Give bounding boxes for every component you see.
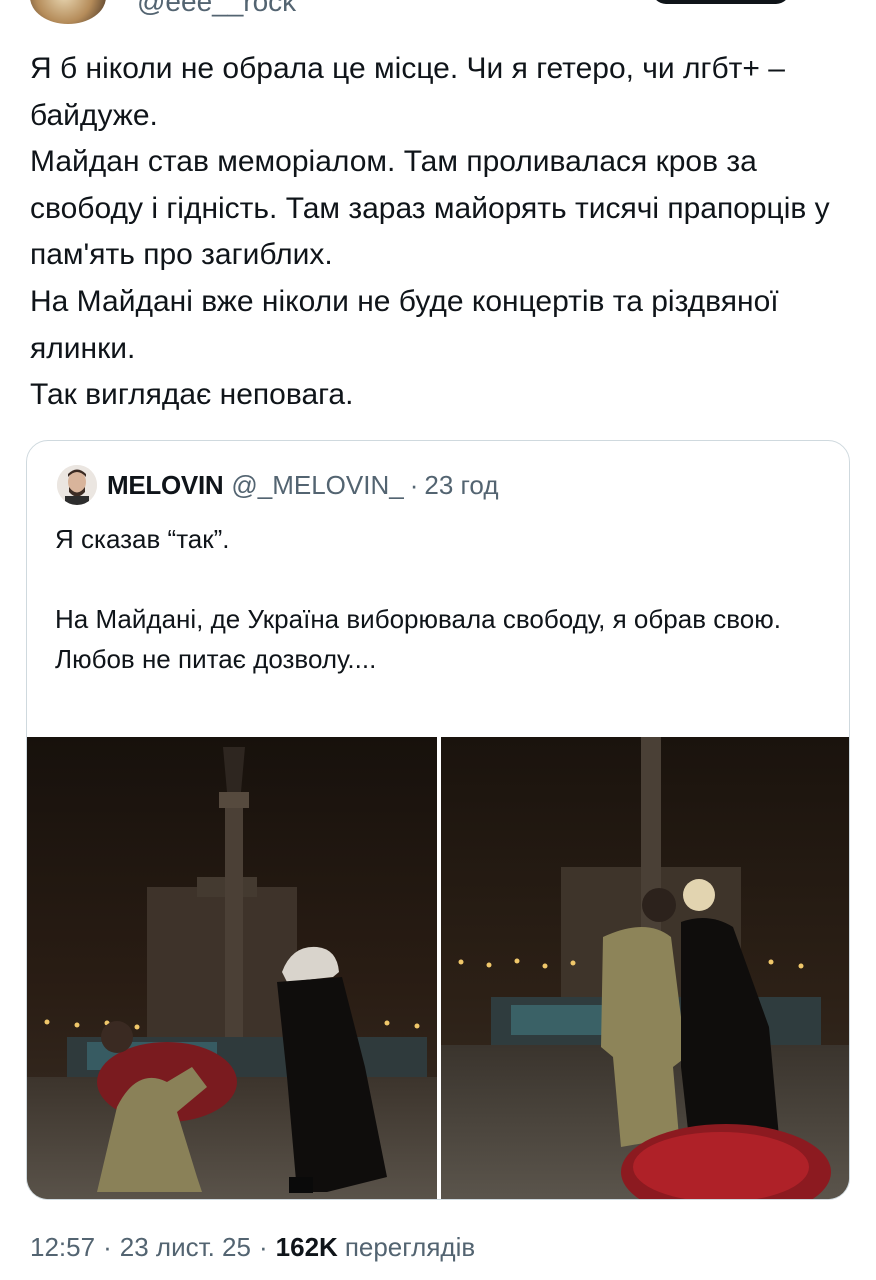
separator-dot: · bbox=[103, 1232, 112, 1262]
author-handle[interactable]: @eee__rock bbox=[137, 0, 296, 18]
quoted-tweet-media bbox=[27, 737, 849, 1199]
tweet-author-bar: @eee__rock bbox=[0, 0, 876, 24]
tweet-paragraph: Майдан став меморіалом. Там проливалася … bbox=[30, 145, 830, 272]
quoted-line: На Майдані, де Україна виборювала свобод… bbox=[55, 604, 781, 634]
tweet-date[interactable]: 23 лист. 25 bbox=[120, 1232, 251, 1263]
separator-dot: · bbox=[409, 469, 419, 500]
quoted-author-avatar[interactable] bbox=[57, 465, 97, 505]
tweet-text: Я б ніколи не обрала це місце. Чи я гете… bbox=[30, 46, 850, 419]
tweet-meta: 12:57 · 23 лист. 25 · 162K переглядів bbox=[30, 1232, 475, 1263]
follow-button[interactable] bbox=[652, 0, 790, 4]
quoted-author-name[interactable]: MELOVIN bbox=[107, 470, 224, 501]
tweet-paragraph: Я б ніколи не обрала це місце. Чи я гете… bbox=[30, 52, 785, 132]
views-count: 162K bbox=[275, 1232, 338, 1262]
tweet-paragraph: Так виглядає неповага. bbox=[30, 378, 354, 412]
quoted-line: Любов не питає дозволу.... bbox=[55, 644, 377, 674]
photo-proposal[interactable] bbox=[27, 737, 437, 1199]
photo-kiss[interactable] bbox=[441, 737, 849, 1199]
avatar-portrait-image bbox=[57, 465, 97, 505]
separator-dot: · bbox=[258, 1232, 268, 1262]
quoted-tweet-header: MELOVIN @_MELOVIN_ · 23 год bbox=[57, 463, 499, 507]
quoted-tweet-text: Я сказав “так”. На Майдані, де Україна в… bbox=[55, 519, 835, 679]
author-avatar[interactable] bbox=[30, 0, 106, 24]
quoted-author-handle[interactable]: @_MELOVIN_ bbox=[231, 470, 403, 501]
views-label: переглядів bbox=[344, 1232, 476, 1262]
quoted-tweet-time[interactable]: 23 год bbox=[424, 470, 498, 501]
tweet-paragraph: На Майдані вже ніколи не буде концертів … bbox=[30, 284, 779, 365]
quoted-tweet-card[interactable]: MELOVIN @_MELOVIN_ · 23 год Я сказав “та… bbox=[26, 440, 850, 1200]
tweet-time[interactable]: 12:57 bbox=[30, 1232, 95, 1263]
quoted-line: Я сказав “так”. bbox=[55, 524, 230, 554]
proposal-photo-image bbox=[27, 737, 437, 1199]
kiss-photo-image bbox=[441, 737, 849, 1199]
